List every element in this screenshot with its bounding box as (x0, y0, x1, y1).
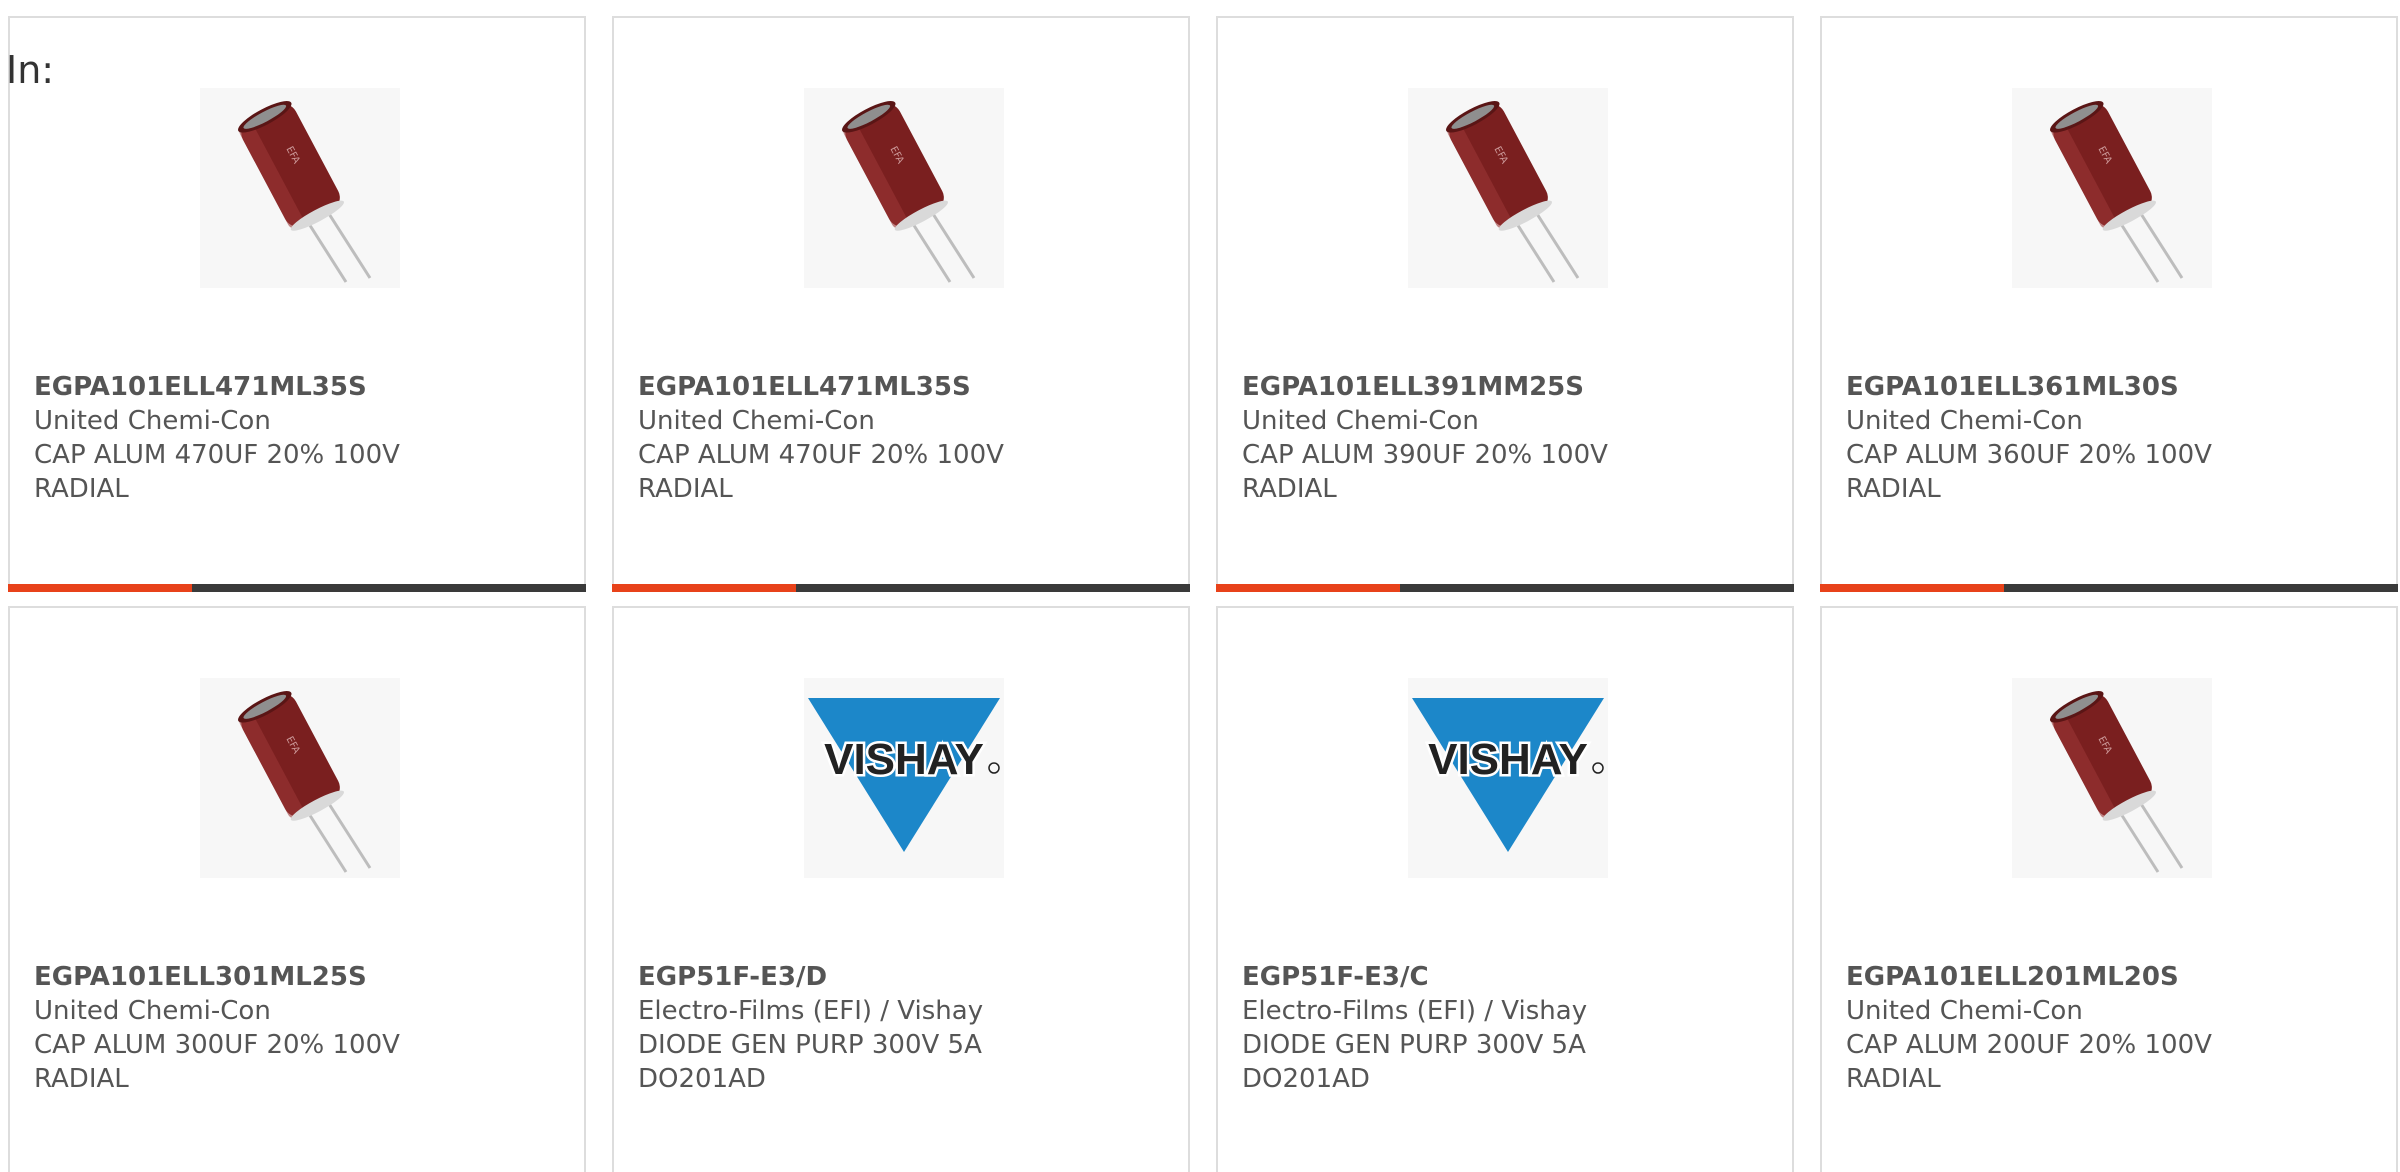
manufacturer: United Chemi-Con (1846, 996, 2083, 1026)
capacitor-icon: EFA (200, 88, 400, 288)
card-bottom-bar (1820, 584, 2398, 592)
card-bottom-bar (1216, 584, 1794, 592)
part-number[interactable]: EGPA101ELL391MM25S (1242, 370, 1762, 404)
description-line-2: RADIAL (34, 1064, 129, 1094)
manufacturer: United Chemi-Con (1242, 406, 1479, 436)
capacitor-icon: EFA (200, 678, 400, 878)
description-line-1: CAP ALUM 470UF 20% 100V (638, 440, 1004, 470)
part-number[interactable]: EGP51F-E3/D (638, 960, 1158, 994)
card-accent-bar (1820, 584, 2004, 592)
part-number[interactable]: EGPA101ELL471ML35S (34, 370, 554, 404)
capacitor-icon: EFA (2012, 88, 2212, 288)
part-number[interactable]: EGPA101ELL301ML25S (34, 960, 554, 994)
manufacturer: Electro-Films (EFI) / Vishay (638, 996, 984, 1026)
vishay-logo: VISHAY (804, 678, 1004, 878)
capacitor-icon: EFA (804, 88, 1004, 288)
description-line-1: CAP ALUM 390UF 20% 100V (1242, 440, 1608, 470)
product-info: EGPA101ELL471ML35S United Chemi-Con CAP … (638, 370, 1158, 506)
product-grid-page: In: EFA EGPA101ELL471ML35S United Chemi-… (0, 0, 2400, 1172)
description-line-2: RADIAL (1242, 474, 1337, 504)
product-card[interactable]: EFA EGPA101ELL471ML35S United Chemi-Con … (8, 16, 586, 592)
manufacturer: Electro-Films (EFI) / Vishay (1242, 996, 1588, 1026)
description-line-2: RADIAL (34, 474, 129, 504)
description-line-2: DO201AD (638, 1064, 766, 1094)
card-bottom-bar (612, 584, 1190, 592)
part-number[interactable]: EGP51F-E3/C (1242, 960, 1762, 994)
description-line-2: DO201AD (1242, 1064, 1370, 1094)
description-line-2: RADIAL (1846, 474, 1941, 504)
manufacturer: United Chemi-Con (1846, 406, 2083, 436)
product-card[interactable]: EFA EGPA101ELL201ML20S United Chemi-Con … (1820, 606, 2398, 1172)
card-accent-bar (8, 584, 192, 592)
manufacturer: United Chemi-Con (34, 406, 271, 436)
part-number[interactable]: EGPA101ELL471ML35S (638, 370, 1158, 404)
product-info: EGPA101ELL471ML35S United Chemi-Con CAP … (34, 370, 554, 506)
card-accent-bar (612, 584, 796, 592)
description-line-1: DIODE GEN PURP 300V 5A (638, 1030, 982, 1060)
description-line-2: RADIAL (638, 474, 733, 504)
manufacturer: United Chemi-Con (638, 406, 875, 436)
product-info: EGPA101ELL391MM25S United Chemi-Con CAP … (1242, 370, 1762, 506)
description-line-1: CAP ALUM 300UF 20% 100V (34, 1030, 400, 1060)
product-info: EGPA101ELL201ML20S United Chemi-Con CAP … (1846, 960, 2366, 1096)
capacitor-icon: EFA (1408, 88, 1608, 288)
in-label: In: (6, 48, 55, 92)
product-card[interactable]: EFA EGPA101ELL391MM25S United Chemi-Con … (1216, 16, 1794, 592)
product-card[interactable]: EFA EGPA101ELL471ML35S United Chemi-Con … (612, 16, 1190, 592)
card-bottom-bar (8, 584, 586, 592)
description-line-1: DIODE GEN PURP 300V 5A (1242, 1030, 1586, 1060)
part-number[interactable]: EGPA101ELL361ML30S (1846, 370, 2366, 404)
manufacturer: United Chemi-Con (34, 996, 271, 1026)
product-card[interactable]: EFA EGPA101ELL301ML25S United Chemi-Con … (8, 606, 586, 1172)
capacitor-icon: EFA (2012, 678, 2212, 878)
product-info: EGP51F-E3/C Electro-Films (EFI) / Vishay… (1242, 960, 1762, 1096)
product-info: EGPA101ELL301ML25S United Chemi-Con CAP … (34, 960, 554, 1096)
product-info: EGP51F-E3/D Electro-Films (EFI) / Vishay… (638, 960, 1158, 1096)
svg-text:VISHAY: VISHAY (1428, 735, 1588, 784)
part-number[interactable]: EGPA101ELL201ML20S (1846, 960, 2366, 994)
description-line-1: CAP ALUM 470UF 20% 100V (34, 440, 400, 470)
product-card[interactable]: VISHAY EGP51F-E3/C Electro-Films (EFI) /… (1216, 606, 1794, 1172)
description-line-1: CAP ALUM 360UF 20% 100V (1846, 440, 2212, 470)
card-accent-bar (1216, 584, 1400, 592)
vishay-logo: VISHAY (1408, 678, 1608, 878)
description-line-2: RADIAL (1846, 1064, 1941, 1094)
product-card[interactable]: EFA EGPA101ELL361ML30S United Chemi-Con … (1820, 16, 2398, 592)
svg-text:VISHAY: VISHAY (824, 735, 984, 784)
product-card[interactable]: VISHAY EGP51F-E3/D Electro-Films (EFI) /… (612, 606, 1190, 1172)
description-line-1: CAP ALUM 200UF 20% 100V (1846, 1030, 2212, 1060)
product-info: EGPA101ELL361ML30S United Chemi-Con CAP … (1846, 370, 2366, 506)
